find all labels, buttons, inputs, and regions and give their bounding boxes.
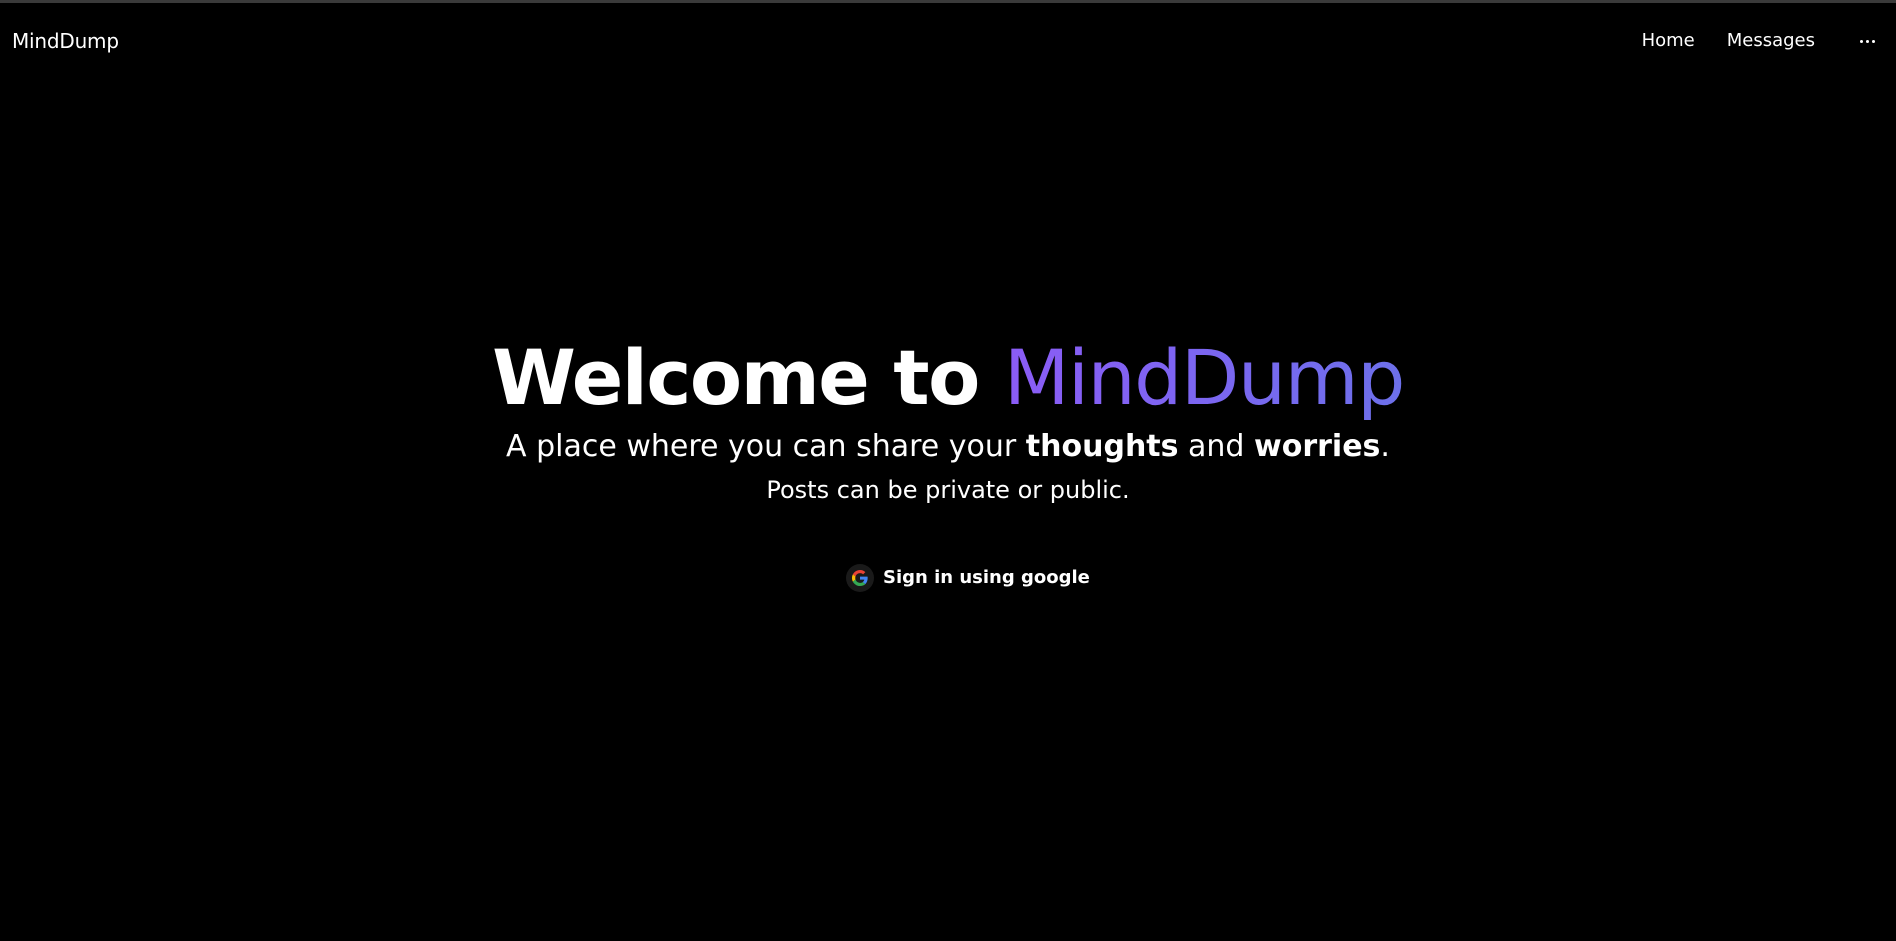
nav-link-home[interactable]: Home: [1642, 28, 1695, 54]
signin-label: Sign in using google: [883, 567, 1090, 588]
tagline-start: A place where you can share your: [506, 429, 1026, 464]
ellipsis-icon-dot: [1865, 39, 1869, 43]
hero-section: Welcome to MindDump A place where you ca…: [0, 330, 1896, 508]
ellipsis-icon-dot: [1871, 39, 1875, 43]
navbar: MindDump Home Messages: [0, 3, 1896, 79]
title-prefix: Welcome to: [492, 333, 1004, 422]
nav-link-messages[interactable]: Messages: [1727, 28, 1815, 54]
google-signin-button[interactable]: Sign in using google: [846, 563, 1090, 593]
nav-links: Home Messages: [1642, 28, 1896, 54]
tagline-end: .: [1380, 429, 1390, 464]
tagline-worries: worries: [1254, 429, 1381, 464]
more-menu-button[interactable]: [1847, 28, 1887, 54]
tagline-thoughts: thoughts: [1025, 429, 1179, 464]
page-title: Welcome to MindDump: [0, 330, 1896, 426]
privacy-note: Posts can be private or public.: [766, 476, 1130, 504]
brand-logo[interactable]: MindDump: [12, 28, 119, 54]
title-brand-accent: MindDump: [1003, 333, 1406, 422]
google-icon: [846, 564, 874, 592]
tagline: A place where you can share your thought…: [0, 426, 1896, 468]
tagline-mid: and: [1178, 429, 1255, 464]
ellipsis-icon: [1859, 39, 1863, 43]
